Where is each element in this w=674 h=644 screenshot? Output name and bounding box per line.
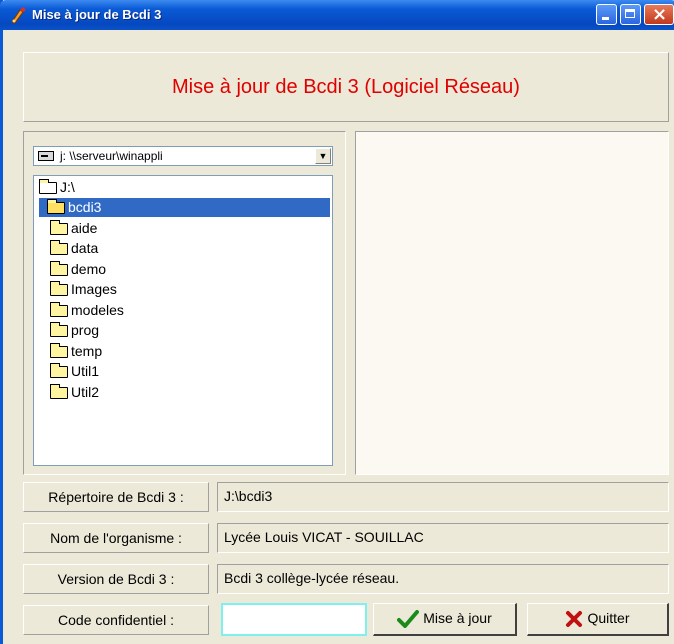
organisme-value: Lycée Louis VICAT - SOUILLAC <box>217 523 669 553</box>
minimize-button[interactable] <box>596 4 617 25</box>
repertoire-value: J:\bcdi3 <box>217 482 669 512</box>
network-drive-icon <box>38 151 54 161</box>
title-bar[interactable]: Mise à jour de Bcdi 3 × <box>0 0 674 30</box>
folder-icon <box>50 261 68 277</box>
open-folder-icon <box>47 199 65 215</box>
version-value: Bcdi 3 collège-lycée réseau. <box>217 564 669 594</box>
tree-item-data[interactable]: data <box>50 239 98 258</box>
preview-panel <box>355 131 669 475</box>
dropdown-arrow-button[interactable]: ▼ <box>315 148 331 164</box>
maximize-button[interactable] <box>620 4 641 25</box>
header-title: Mise à jour de Bcdi 3 (Logiciel Réseau) <box>172 76 520 98</box>
folder-icon <box>50 384 68 400</box>
repertoire-label: Répertoire de Bcdi 3 : <box>23 482 209 512</box>
tree-item-util1[interactable]: Util1 <box>50 362 99 381</box>
open-folder-icon <box>39 179 57 195</box>
version-label: Version de Bcdi 3 : <box>23 564 209 594</box>
folder-icon <box>50 220 68 236</box>
folder-icon <box>50 363 68 379</box>
tree-item-temp[interactable]: temp <box>50 342 102 361</box>
folder-icon <box>50 322 68 338</box>
tree-item-aide[interactable]: aide <box>50 219 97 238</box>
drive-select-value: j: \\serveur\winappli <box>60 149 163 163</box>
tree-item-images[interactable]: Images <box>50 280 117 299</box>
quit-button[interactable]: Quitter <box>527 603 669 636</box>
tree-item-util2[interactable]: Util2 <box>50 383 99 402</box>
tree-item-demo[interactable]: demo <box>50 260 106 279</box>
code-input[interactable] <box>221 603 367 636</box>
x-icon <box>566 611 583 628</box>
quit-button-label: Quitter <box>587 610 630 626</box>
folder-icon <box>50 302 68 318</box>
folder-icon <box>50 343 68 359</box>
folder-icon <box>50 240 68 256</box>
update-button[interactable]: Mise à jour <box>373 603 517 636</box>
code-label: Code confidentiel : <box>23 605 209 635</box>
header-panel: Mise à jour de Bcdi 3 (Logiciel Réseau) <box>23 52 669 122</box>
close-button[interactable]: × <box>644 4 674 25</box>
tree-item-prog[interactable]: prog <box>50 321 99 340</box>
organisme-label: Nom de l'organisme : <box>23 523 209 553</box>
folder-icon <box>50 281 68 297</box>
folder-tree[interactable]: J:\ bcdi3 aide data demo Images modeles … <box>33 175 333 466</box>
tree-item-root[interactable]: J:\ <box>39 178 75 197</box>
app-icon <box>11 7 26 24</box>
tree-item-bcdi3[interactable]: bcdi3 <box>39 198 330 217</box>
window-title: Mise à jour de Bcdi 3 <box>32 7 162 22</box>
close-icon: × <box>652 4 668 25</box>
update-button-label: Mise à jour <box>423 610 492 626</box>
check-icon <box>397 610 420 629</box>
drive-select[interactable]: j: \\serveur\winappli ▼ <box>33 146 333 166</box>
tree-item-modeles[interactable]: modeles <box>50 301 124 320</box>
